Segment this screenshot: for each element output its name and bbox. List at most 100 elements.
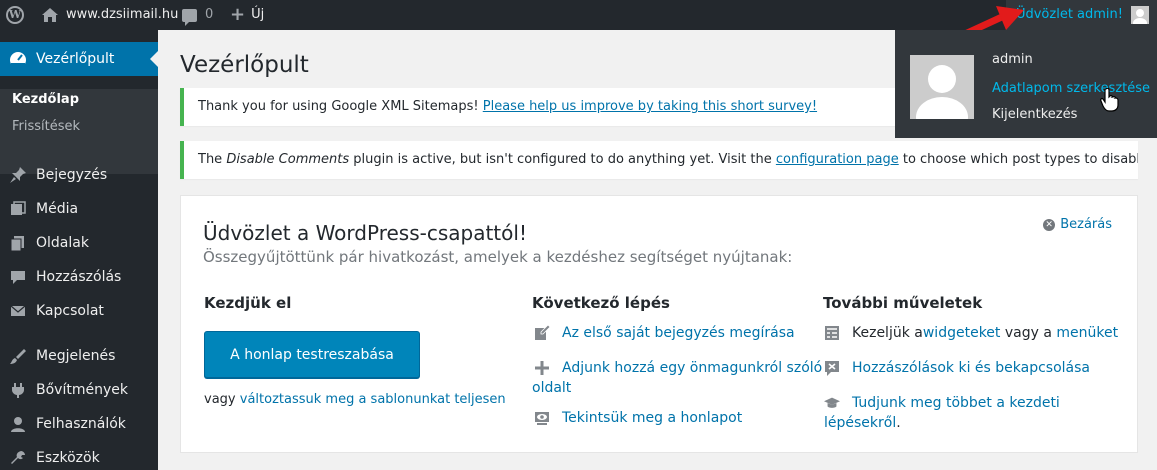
action-label: Hozzászólások ki és bekapcsolása: [852, 360, 1090, 376]
customize-site-button[interactable]: A honlap testreszabása: [204, 331, 420, 378]
disable-comments-notice: The Disable Comments plugin is active, b…: [180, 141, 1138, 179]
menus-link[interactable]: menüket: [1056, 323, 1118, 343]
plugin-name: Disable Comments: [226, 152, 350, 167]
change-theme-line: vagy változtassuk meg a sablonunkat telj…: [204, 392, 506, 407]
change-theme-link[interactable]: változtassuk meg a sablonunkat teljesen: [240, 392, 506, 407]
submenu-home[interactable]: Kezdőlap: [12, 92, 79, 107]
comment-bubble-icon: [182, 8, 197, 26]
dashboard-gauge-icon: [8, 49, 28, 69]
notice-text: The: [198, 152, 227, 167]
manage-widgets-action: Kezeljük a widgeteket vagy a menüket: [824, 323, 1118, 343]
submenu-updates[interactable]: Frissítések: [12, 119, 80, 134]
comments-link[interactable]: 0: [182, 0, 213, 30]
site-name-link[interactable]: www.dzsiimail.hu: [42, 0, 178, 30]
user-dropdown: admin Adatlapom szerkesztése Kijelentkez…: [895, 30, 1157, 138]
survey-link[interactable]: Please help us improve by taking this sh…: [483, 99, 817, 114]
more-actions-heading: További műveletek: [823, 294, 983, 312]
dismiss-link[interactable]: ✕ Bezárás: [1043, 217, 1112, 232]
sidebar-item-appearance[interactable]: Megjelenés: [0, 339, 158, 373]
welcome-title: Üdvözlet a WordPress-csapattól!: [203, 221, 527, 245]
plus-icon: [534, 360, 550, 376]
envelope-icon: [8, 301, 28, 321]
new-label: Új: [251, 7, 265, 22]
comment-icon: [8, 267, 28, 287]
my-account-link[interactable]: Üdvözlet admin!: [1005, 0, 1157, 30]
avatar-small: [1131, 6, 1149, 24]
notice-text: plugin is active, but isn't configured t…: [349, 152, 776, 167]
dismiss-label: Bezárás: [1060, 217, 1112, 232]
admin-sidebar: Vezérlőpult Kezdőlap Frissítések Bejegyz…: [0, 30, 158, 470]
learn-more-action[interactable]: Tudjunk meg többet a kezdeti: [824, 393, 1060, 413]
screen-view-icon: [534, 410, 550, 426]
sidebar-item-label: Felhasználók: [36, 416, 126, 432]
sidebar-item-plugins[interactable]: Bővítmények: [0, 373, 158, 407]
action-label-line2: oldalt: [532, 380, 572, 396]
add-about-page-action-line2[interactable]: oldalt: [532, 378, 571, 398]
wordpress-logo-icon[interactable]: W: [6, 0, 26, 30]
welcome-panel: Üdvözlet a WordPress-csapattól! Összegyű…: [180, 195, 1138, 453]
page-title: Vezérlőpult: [180, 52, 309, 78]
learn-more-action-line2[interactable]: lépésekről.: [824, 413, 901, 433]
comment-count: 0: [205, 7, 214, 22]
action-prefix: Kezeljük a: [852, 325, 923, 341]
sidebar-item-dashboard[interactable]: Vezérlőpult: [0, 42, 158, 76]
sidebar-item-media[interactable]: Média: [0, 192, 158, 226]
notice-text: to choose which post types to disable co…: [902, 152, 1138, 167]
media-icon: [8, 199, 28, 219]
greeting-label: Üdvözlet admin!: [1015, 7, 1123, 22]
avatar-large: [910, 55, 974, 119]
comments-off-icon: [824, 360, 840, 376]
toggle-comments-action[interactable]: Hozzászólások ki és bekapcsolása: [824, 358, 1090, 378]
sidebar-item-label: Megjelenés: [36, 348, 116, 364]
home-icon: [42, 8, 58, 22]
sidebar-item-label: Eszközök: [36, 450, 100, 466]
widgets-link[interactable]: widgeteket: [923, 323, 1001, 343]
site-name-label: www.dzsiimail.hu: [66, 7, 179, 22]
action-mid: vagy a: [1000, 325, 1057, 341]
get-started-heading: Kezdjük el: [204, 294, 292, 312]
write-first-post-action[interactable]: Az első saját bejegyzés megírása: [534, 323, 795, 343]
edit-page-icon: [534, 325, 550, 341]
sidebar-item-label: Vezérlőpult: [36, 51, 115, 67]
sidebar-item-posts[interactable]: Bejegyzés: [0, 158, 158, 192]
action-label-line1: Tudjunk meg többet a kezdeti: [852, 395, 1060, 411]
hand-cursor-icon: [1100, 88, 1119, 112]
alt-prefix: vagy: [204, 392, 240, 407]
action-label: Adjunk hozzá egy önmagunkról szóló: [562, 358, 822, 378]
welcome-about: Összegyűjtöttünk pár hivatkozást, amelye…: [203, 248, 793, 266]
sidebar-item-users[interactable]: Felhasználók: [0, 407, 158, 441]
sidebar-item-label: Kapcsolat: [36, 303, 104, 319]
user-icon: [8, 414, 28, 434]
action-label: Az első saját bejegyzés megírása: [562, 325, 795, 341]
action-label-line2: lépésekről: [824, 415, 897, 431]
wrench-icon: [8, 448, 28, 468]
new-content-link[interactable]: + Új: [230, 0, 264, 30]
layout-grid-icon: [824, 325, 840, 341]
close-circle-icon: ✕: [1043, 218, 1056, 231]
plus-icon: +: [230, 4, 246, 25]
action-label: Tekintsük meg a honlapot: [562, 410, 743, 426]
dropdown-username[interactable]: admin: [992, 52, 1033, 67]
sidebar-item-tools[interactable]: Eszközök: [0, 441, 158, 470]
graduation-cap-icon: [824, 395, 840, 411]
sidebar-item-label: Bővítmények: [36, 382, 128, 398]
period: .: [896, 415, 901, 431]
sidebar-item-label: Hozzászólás: [36, 269, 122, 285]
sidebar-item-comments[interactable]: Hozzászólás: [0, 260, 158, 294]
edit-profile-link[interactable]: Adatlapom szerkesztése: [992, 81, 1150, 96]
pushpin-icon: [8, 165, 28, 185]
logout-link[interactable]: Kijelentkezés: [992, 107, 1077, 122]
plugin-icon: [8, 380, 28, 400]
action-label-line1: Adjunk hozzá egy önmagunkról szóló: [562, 360, 823, 376]
add-about-page-action[interactable]: Adjunk hozzá egy önmagunkról szóló: [534, 358, 822, 378]
sidebar-item-label: Oldalak: [36, 235, 89, 251]
sidebar-item-label: Bejegyzés: [36, 167, 108, 183]
sidebar-item-label: Média: [36, 201, 79, 217]
next-steps-heading: Következő lépés: [532, 294, 670, 312]
paintbrush-icon: [8, 346, 28, 366]
pages-icon: [8, 233, 28, 253]
view-site-action[interactable]: Tekintsük meg a honlapot: [534, 408, 742, 428]
sidebar-item-pages[interactable]: Oldalak: [0, 226, 158, 260]
configuration-page-link[interactable]: configuration page: [776, 152, 899, 167]
sidebar-item-contact[interactable]: Kapcsolat: [0, 294, 158, 328]
